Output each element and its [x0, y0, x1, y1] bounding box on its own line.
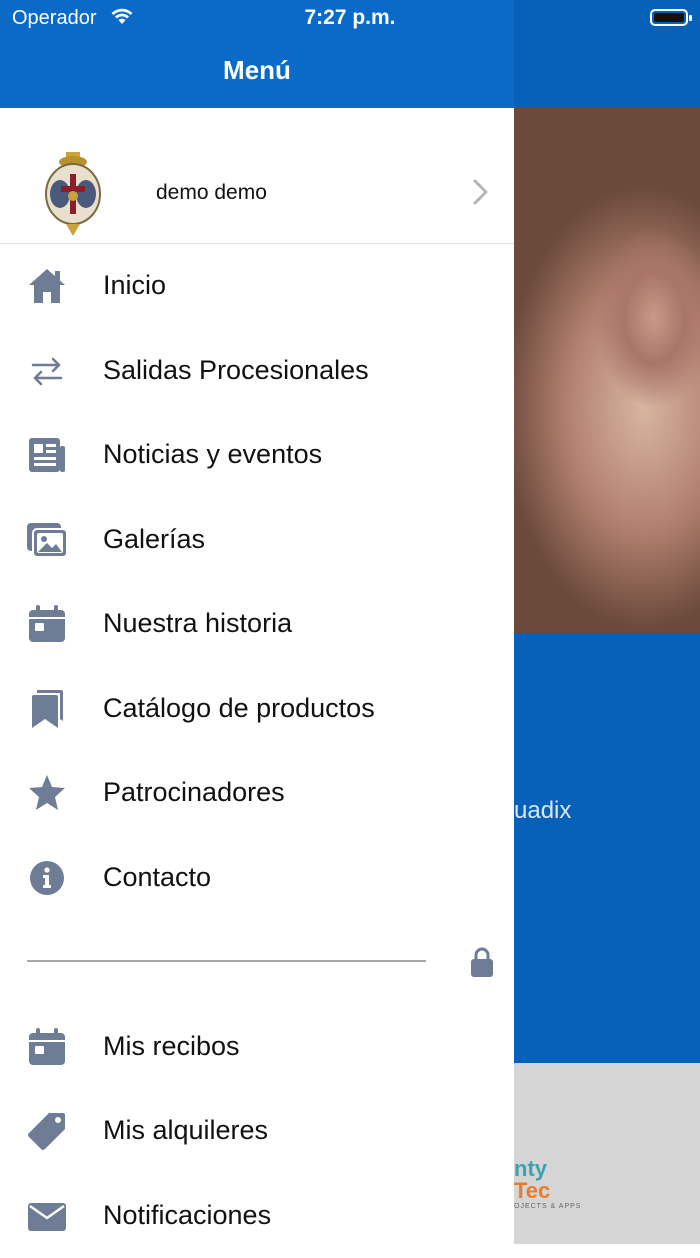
swap-arrows-icon: [31, 357, 63, 386]
menu-item-mis-recibos[interactable]: Mis recibos: [0, 1005, 514, 1089]
section-divider: [27, 960, 426, 962]
menu-item-mis-alquileres[interactable]: Mis alquileres: [0, 1089, 514, 1173]
tag-icon: [28, 1113, 65, 1150]
menu-item-noticias-y-eventos[interactable]: Noticias y eventos: [0, 413, 514, 497]
menu-item-contacto[interactable]: Contacto: [0, 836, 514, 920]
clock: 7:27 p.m.: [304, 6, 396, 29]
menu-item-galerias[interactable]: Galerías: [0, 498, 514, 582]
envelope-icon: [28, 1203, 66, 1231]
menu-item-label: Inicio: [103, 270, 167, 300]
menu-item-label: Salidas Procesionales: [103, 355, 369, 385]
menu-item-salidas-procesionales[interactable]: Salidas Procesionales: [0, 329, 514, 413]
menu-item-nuestra-historia[interactable]: Nuestra historia: [0, 582, 514, 666]
menu-item-label: Mis recibos: [103, 1031, 240, 1061]
status-bar: Operador 7:27 p.m.: [0, 0, 700, 36]
brotherhood-crest-icon: [45, 152, 101, 236]
chevron-right-icon: [473, 179, 488, 205]
developer-logo: nty Tec OJECTS & APPS: [514, 1156, 582, 1211]
menu-item-inicio[interactable]: Inicio: [0, 244, 514, 328]
home-icon: [29, 269, 65, 303]
menu-item-label: Catálogo de productos: [103, 693, 375, 723]
battery-icon: [650, 9, 692, 26]
background-text-fragment: uadix: [514, 797, 572, 824]
background-hero-image: [514, 108, 700, 633]
calendar-icon: [29, 605, 65, 642]
calendar-icon: [29, 1028, 65, 1065]
side-menu-drawer: demo demo Inicio Salidas Procesionales N: [0, 108, 514, 1244]
lock-icon: [471, 947, 493, 977]
menu-item-label: Patrocinadores: [103, 777, 285, 807]
profile-name: demo demo: [156, 181, 267, 204]
menu-item-notificaciones[interactable]: Notificaciones: [0, 1174, 514, 1258]
newspaper-icon: [29, 438, 65, 472]
info-icon: [30, 861, 64, 895]
menu-item-label: Noticias y eventos: [103, 439, 323, 469]
menu-item-label: Notificaciones: [103, 1200, 272, 1230]
background-footer: [514, 1063, 700, 1244]
menu-item-label: Mis alquileres: [103, 1115, 269, 1145]
menu-item-label: Contacto: [103, 862, 212, 892]
background-blue-panel: [514, 633, 700, 1063]
menu-item-label: Nuestra historia: [103, 608, 293, 638]
page-title: Menú: [223, 55, 291, 85]
menu-item-label: Galerías: [103, 524, 206, 554]
menu-item-catalogo-de-productos[interactable]: Catálogo de productos: [0, 667, 514, 751]
star-icon: [29, 775, 65, 810]
menu-item-patrocinadores[interactable]: Patrocinadores: [0, 751, 514, 835]
bookmarks-icon: [32, 690, 63, 728]
gallery-icon: [27, 523, 67, 558]
profile-row[interactable]: demo demo: [0, 108, 514, 244]
